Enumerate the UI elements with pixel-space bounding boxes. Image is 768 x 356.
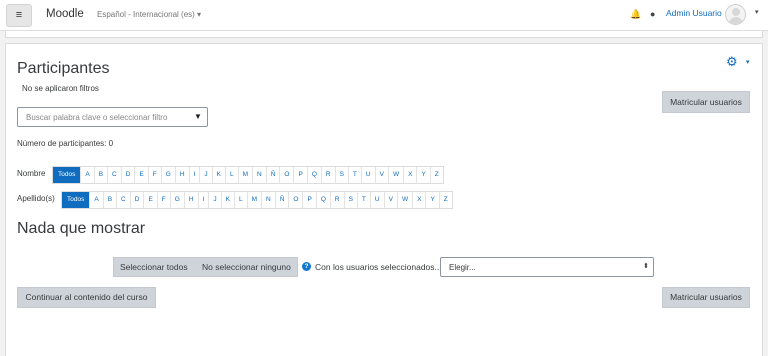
first-name-initial-all[interactable]: Todos bbox=[53, 167, 82, 183]
last-name-initial-m[interactable]: M bbox=[247, 192, 262, 208]
selection-button-group: Seleccionar todos No seleccionar ninguno bbox=[113, 257, 298, 277]
first-name-initial-x[interactable]: X bbox=[404, 167, 418, 183]
last-name-initial-v[interactable]: V bbox=[384, 192, 398, 208]
last-name-initial-i[interactable]: I bbox=[198, 192, 210, 208]
bulk-action-value: Elegir... bbox=[449, 263, 476, 272]
first-name-initial-h[interactable]: H bbox=[175, 167, 190, 183]
first-name-initial-n[interactable]: N bbox=[253, 167, 267, 183]
first-name-initial-z[interactable]: Z bbox=[430, 167, 443, 183]
last-name-initial-w[interactable]: W bbox=[397, 192, 414, 208]
last-name-initial-p[interactable]: P bbox=[303, 192, 317, 208]
first-name-initial-i[interactable]: I bbox=[189, 167, 201, 183]
first-name-initial-b[interactable]: B bbox=[94, 167, 109, 183]
first-name-initial-y[interactable]: Y bbox=[417, 167, 431, 183]
first-name-initial-r[interactable]: R bbox=[321, 167, 336, 183]
first-name-initial-q[interactable]: Q bbox=[307, 167, 322, 183]
select-updown-icon: ⬍ bbox=[643, 263, 649, 270]
page-title: Participantes bbox=[17, 60, 110, 77]
last-name-initial-y[interactable]: Y bbox=[426, 192, 440, 208]
last-name-label: Apellido(s) bbox=[17, 194, 55, 203]
gear-caret-icon[interactable]: ▾ bbox=[746, 58, 750, 66]
avatar[interactable] bbox=[725, 4, 746, 25]
last-name-initial-t[interactable]: T bbox=[357, 192, 371, 208]
last-name-initial-g[interactable]: G bbox=[170, 192, 185, 208]
last-name-initial-x[interactable]: X bbox=[413, 192, 427, 208]
first-name-initial-u[interactable]: U bbox=[361, 167, 376, 183]
first-name-initial-g[interactable]: G bbox=[161, 167, 176, 183]
search-placeholder: Buscar palabra clave o seleccionar filtr… bbox=[26, 113, 168, 122]
user-menu-caret-icon[interactable]: ▾ bbox=[755, 8, 759, 16]
first-name-initial-w[interactable]: W bbox=[388, 167, 405, 183]
last-name-initial-ñ[interactable]: Ñ bbox=[275, 192, 290, 208]
first-name-initial-f[interactable]: F bbox=[148, 167, 162, 183]
last-name-initial-b[interactable]: B bbox=[103, 192, 118, 208]
last-name-initial-h[interactable]: H bbox=[184, 192, 199, 208]
bulk-action-select[interactable]: Elegir... ⬍ bbox=[440, 257, 654, 277]
first-name-label: Nombre bbox=[17, 169, 46, 178]
first-name-initial-m[interactable]: M bbox=[238, 167, 253, 183]
select-none-button[interactable]: No seleccionar ninguno bbox=[202, 262, 291, 272]
first-name-initial-t[interactable]: T bbox=[348, 167, 362, 183]
menu-toggle-button[interactable]: ≡ bbox=[6, 4, 32, 27]
last-name-initial-n[interactable]: N bbox=[262, 192, 276, 208]
last-name-initial-d[interactable]: D bbox=[130, 192, 145, 208]
last-name-initial-a[interactable]: A bbox=[90, 192, 104, 208]
user-name-link[interactable]: Admin Usuario bbox=[666, 8, 722, 18]
last-name-initial-q[interactable]: Q bbox=[316, 192, 331, 208]
first-name-initial-d[interactable]: D bbox=[121, 167, 136, 183]
dropdown-arrow-icon[interactable]: ▼ bbox=[194, 112, 202, 121]
last-name-initial-u[interactable]: U bbox=[370, 192, 385, 208]
first-name-initial-l[interactable]: L bbox=[225, 167, 239, 183]
continue-to-course-button[interactable]: Continuar al contenido del curso bbox=[17, 287, 156, 308]
first-name-initial-e[interactable]: E bbox=[135, 167, 149, 183]
enrol-users-button-top[interactable]: Matricular usuarios bbox=[662, 91, 750, 113]
last-name-initial-r[interactable]: R bbox=[330, 192, 345, 208]
first-name-initial-k[interactable]: K bbox=[212, 167, 226, 183]
first-name-initial-o[interactable]: O bbox=[280, 167, 295, 183]
first-name-initials-bar: Todos A B C D E F G H I J K L M N Ñ O P Q R S T U V W X Y Z bbox=[52, 166, 444, 184]
last-name-initial-f[interactable]: F bbox=[157, 192, 171, 208]
last-name-initial-o[interactable]: O bbox=[289, 192, 304, 208]
last-name-initial-e[interactable]: E bbox=[144, 192, 158, 208]
help-icon[interactable]: ? bbox=[302, 262, 311, 271]
header-strip bbox=[5, 31, 763, 38]
gear-icon[interactable]: ⚙ bbox=[726, 54, 738, 70]
first-name-initial-v[interactable]: V bbox=[375, 167, 389, 183]
first-name-initial-s[interactable]: S bbox=[335, 167, 349, 183]
first-name-initial-p[interactable]: P bbox=[294, 167, 308, 183]
last-name-initial-s[interactable]: S bbox=[344, 192, 358, 208]
last-name-initials-bar: Todos A B C D E F G H I J K L M N Ñ O P Q R S T U V W X Y Z bbox=[61, 191, 453, 209]
no-filters-text: No se aplicaron filtros bbox=[22, 84, 99, 93]
first-name-initial-c[interactable]: C bbox=[108, 167, 122, 183]
first-name-initial-a[interactable]: A bbox=[81, 167, 95, 183]
search-filter-input[interactable]: Buscar palabra clave o seleccionar filtr… bbox=[17, 107, 208, 127]
language-menu[interactable]: Español - Internacional (es) ▾ bbox=[97, 10, 201, 19]
first-name-initial-ñ[interactable]: Ñ bbox=[266, 167, 281, 183]
last-name-initial-k[interactable]: K bbox=[221, 192, 235, 208]
last-name-initial-c[interactable]: C bbox=[117, 192, 131, 208]
navbar: ≡ Moodle Español - Internacional (es) ▾ … bbox=[0, 0, 768, 31]
last-name-initial-l[interactable]: L bbox=[234, 192, 248, 208]
select-all-button[interactable]: Seleccionar todos bbox=[120, 262, 188, 272]
chat-icon[interactable]: ● bbox=[650, 9, 655, 19]
with-selected-label: Con los usuarios seleccionados... bbox=[315, 262, 442, 272]
last-name-initial-j[interactable]: J bbox=[209, 192, 222, 208]
participant-count: Número de participantes: 0 bbox=[17, 139, 114, 148]
last-name-initial-z[interactable]: Z bbox=[439, 192, 452, 208]
last-name-initial-all[interactable]: Todos bbox=[62, 192, 91, 208]
enrol-users-button-bottom[interactable]: Matricular usuarios bbox=[662, 287, 750, 308]
site-brand-link[interactable]: Moodle bbox=[46, 8, 84, 20]
nothing-to-display: Nada que mostrar bbox=[17, 220, 146, 237]
bell-icon[interactable]: 🔔 bbox=[630, 9, 641, 20]
first-name-initial-j[interactable]: J bbox=[200, 167, 213, 183]
